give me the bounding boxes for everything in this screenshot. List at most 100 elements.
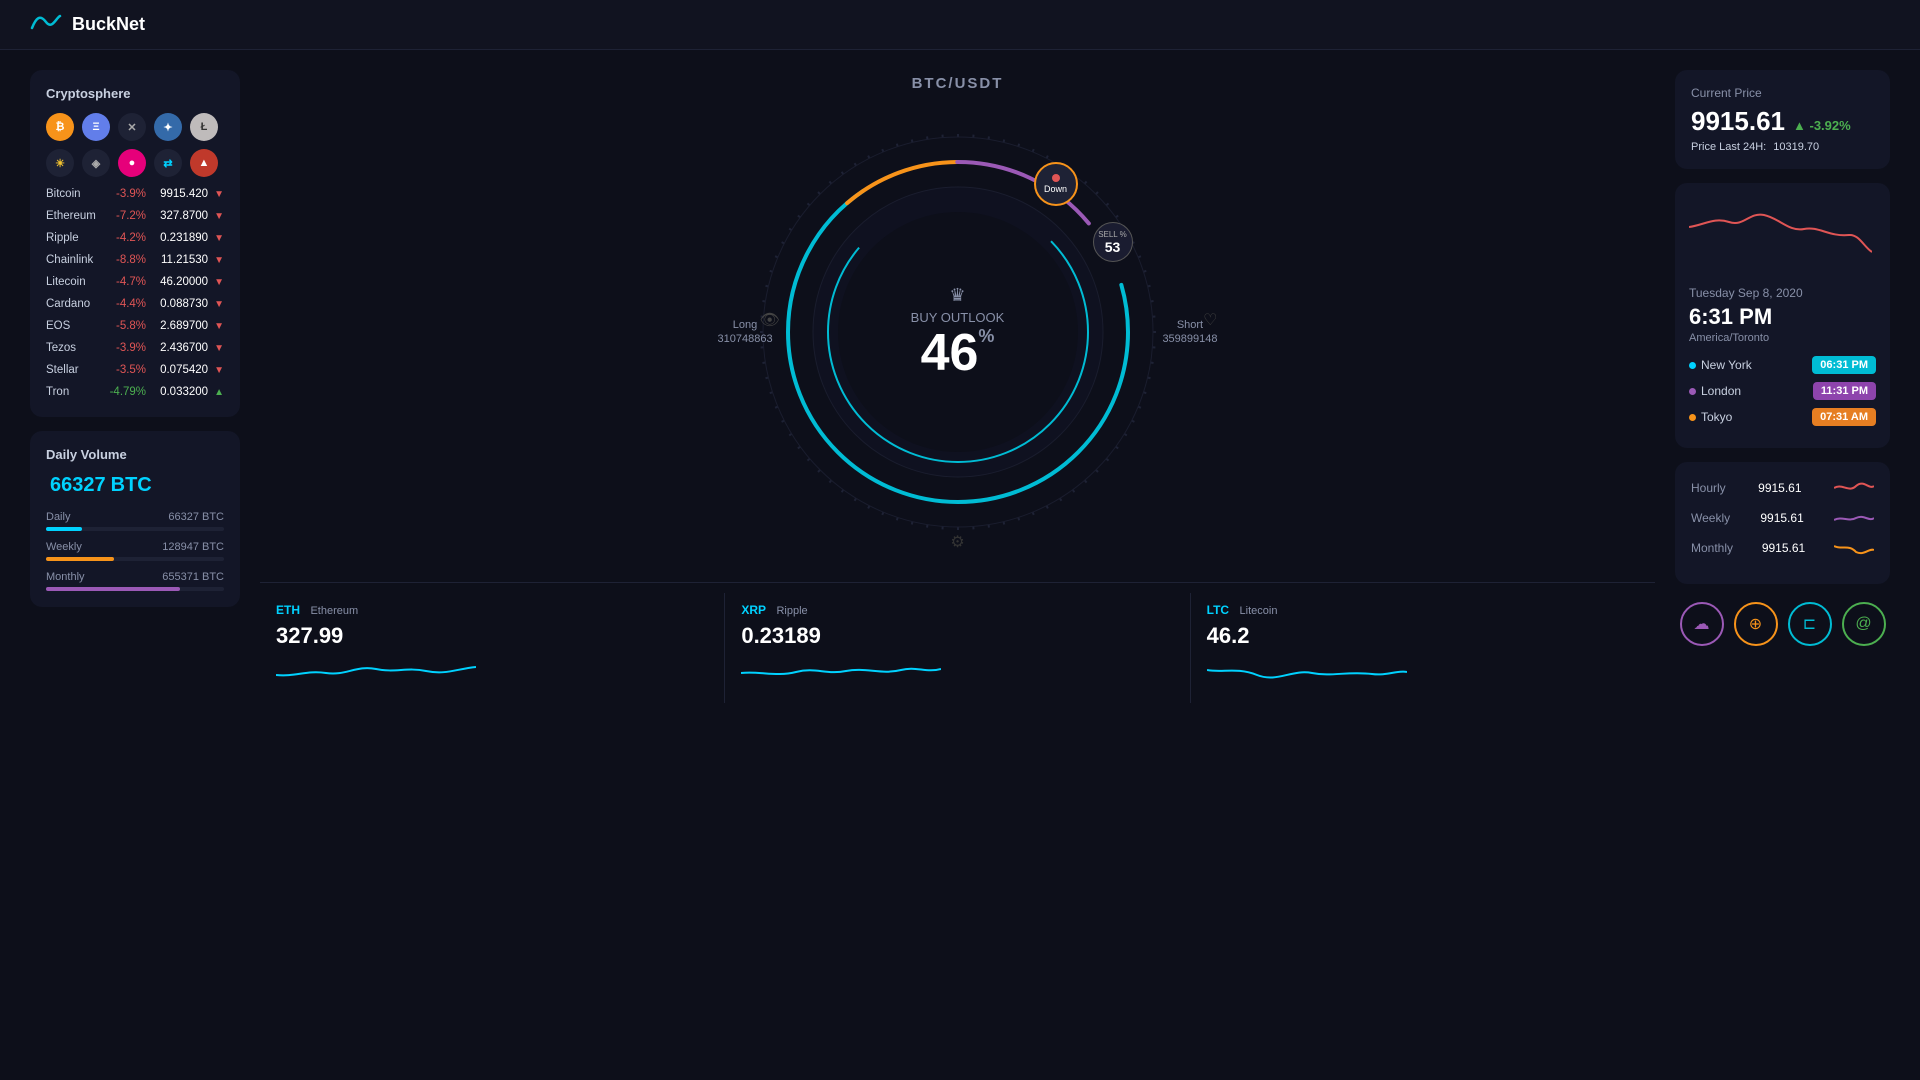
btn-network[interactable]: ⊕ bbox=[1734, 602, 1778, 646]
cryptosphere-title: Cryptosphere bbox=[46, 86, 224, 101]
btn-layers[interactable]: ⊏ bbox=[1788, 602, 1832, 646]
time-card: Tuesday Sep 8, 2020 6:31 PM America/Toro… bbox=[1689, 286, 1876, 426]
city-london: London 11:31 PM bbox=[1689, 382, 1876, 400]
newyork-time: 06:31 PM bbox=[1812, 356, 1876, 374]
hwm-hourly: Hourly 9915.61 bbox=[1691, 478, 1874, 498]
time-value: 6:31 PM bbox=[1689, 304, 1876, 330]
ticker-ltc: LTC Litecoin 46.2 bbox=[1191, 593, 1655, 703]
crypto-icons-row-2: ☀ ◈ ● ⇄ ▲ bbox=[46, 149, 224, 177]
crypto-row: EOS -5.8% 2.689700 ▼ bbox=[46, 317, 224, 335]
volume-amount: 66327BTC bbox=[46, 474, 224, 497]
heart-icon: ♡ bbox=[1203, 310, 1217, 330]
ticker-eth-header: ETH Ethereum bbox=[276, 601, 708, 619]
current-price-card: Current Price 9915.61 ▲ -3.92% Price Las… bbox=[1675, 70, 1890, 169]
current-price-row: 9915.61 ▲ -3.92% bbox=[1691, 106, 1874, 137]
crypto-icons-row: ₿ Ξ ✕ ✦ Ł bbox=[46, 113, 224, 141]
city-tokyo: Tokyo 07:31 AM bbox=[1689, 408, 1876, 426]
gauge-settings-icon: ⚙ bbox=[950, 532, 964, 552]
icon-dot[interactable]: ● bbox=[118, 149, 146, 177]
short-value: 359899148 bbox=[1162, 333, 1217, 345]
london-dot bbox=[1689, 388, 1696, 395]
btn-at[interactable]: @ bbox=[1842, 602, 1886, 646]
icon-btc[interactable]: ₿ bbox=[46, 113, 74, 141]
bottom-tickers: ETH Ethereum 327.99 XRP Ripple 0.23189 bbox=[260, 582, 1655, 703]
monthly-value: 9915.61 bbox=[1762, 541, 1805, 555]
ticker-xrp: XRP Ripple 0.23189 bbox=[725, 593, 1190, 703]
icon-x[interactable]: ✕ bbox=[118, 113, 146, 141]
navbar: BuckNet bbox=[0, 0, 1920, 50]
crypto-row: Litecoin -4.7% 46.20000 ▼ bbox=[46, 273, 224, 291]
center-panel: BTC/USDT Long 310748863 Short 359899148 … bbox=[260, 70, 1655, 703]
weekly-sparkline bbox=[1834, 508, 1874, 528]
weekly-value: 9915.61 bbox=[1760, 511, 1803, 525]
icon-ghost[interactable]: ◈ bbox=[82, 149, 110, 177]
current-price-value: 9915.61 bbox=[1691, 106, 1785, 137]
weekly-label: Weekly bbox=[1691, 511, 1730, 525]
london-time: 11:31 PM bbox=[1813, 382, 1876, 400]
hwm-weekly: Weekly 9915.61 bbox=[1691, 508, 1874, 528]
monthly-sparkline bbox=[1834, 538, 1874, 558]
ticker-eth-chart bbox=[276, 655, 708, 695]
newyork-label: New York bbox=[1689, 358, 1752, 372]
down-dot bbox=[1052, 174, 1060, 182]
last24-value: 10319.70 bbox=[1773, 141, 1819, 153]
right-panel: Current Price 9915.61 ▲ -3.92% Price Las… bbox=[1675, 70, 1890, 646]
ticker-eth: ETH Ethereum 327.99 bbox=[260, 593, 725, 703]
crypto-row: Tezos -3.9% 2.436700 ▼ bbox=[46, 339, 224, 357]
gauge-value: 46% bbox=[921, 327, 995, 379]
volume-row: Daily 66327 BTC Weekly 128947 BTC Monthl… bbox=[46, 511, 224, 591]
tokyo-time: 07:31 AM bbox=[1812, 408, 1876, 426]
logo-text: BuckNet bbox=[72, 14, 145, 35]
current-price-label: Current Price bbox=[1691, 86, 1874, 100]
gauge-buy-label: BUY OUTLOOK bbox=[911, 310, 1005, 325]
newyork-dot bbox=[1689, 362, 1696, 369]
ticker-xrp-chart bbox=[741, 655, 1173, 695]
date-label: Tuesday Sep 8, 2020 bbox=[1689, 286, 1876, 300]
icon-swap[interactable]: ⇄ bbox=[154, 149, 182, 177]
icon-sun[interactable]: ☀ bbox=[46, 149, 74, 177]
gauge-crown-icon: ♛ bbox=[949, 285, 965, 306]
gauge-wrapper: Long 310748863 Short 359899148 Down SELL… bbox=[688, 102, 1228, 562]
tokyo-dot bbox=[1689, 414, 1696, 421]
crypto-row: Cardano -4.4% 0.088730 ▼ bbox=[46, 295, 224, 313]
vol-item: Daily 66327 BTC bbox=[46, 511, 224, 531]
icon-red[interactable]: ▲ bbox=[190, 149, 218, 177]
hwm-monthly: Monthly 9915.61 bbox=[1691, 538, 1874, 558]
price-change-badge: ▲ -3.92% bbox=[1793, 118, 1851, 133]
sell-label: SELL % bbox=[1098, 230, 1127, 239]
daily-volume-title: Daily Volume bbox=[46, 447, 224, 462]
ticker-ltc-price: 46.2 bbox=[1207, 623, 1639, 649]
cryptosphere-card: Cryptosphere ₿ Ξ ✕ ✦ Ł ☀ ◈ ● ⇄ ▲ Bitcoin… bbox=[30, 70, 240, 417]
crypto-row: Bitcoin -3.9% 9915.420 ▼ bbox=[46, 185, 224, 203]
daily-volume-card: Daily Volume 66327BTC Daily 66327 BTC We… bbox=[30, 431, 240, 607]
price-last24: Price Last 24H: 10319.70 bbox=[1691, 141, 1874, 153]
crypto-row: Ripple -4.2% 0.231890 ▼ bbox=[46, 229, 224, 247]
btn-cloud[interactable]: ☁ bbox=[1680, 602, 1724, 646]
hwm-card: Hourly 9915.61 Weekly 9915.61 Monthly 99… bbox=[1675, 462, 1890, 584]
bottom-icons-row: ☁ ⊕ ⊏ @ bbox=[1675, 602, 1890, 646]
crypto-row: Stellar -3.5% 0.075420 ▼ bbox=[46, 361, 224, 379]
sell-pct: 53 bbox=[1105, 239, 1121, 255]
price-mini-chart bbox=[1689, 197, 1872, 277]
ticker-eth-price: 327.99 bbox=[276, 623, 708, 649]
crypto-row: Ethereum -7.2% 327.8700 ▼ bbox=[46, 207, 224, 225]
gauge-container: Down SELL % 53 /* ticks drawn by JS */ bbox=[728, 102, 1188, 562]
main-content: Cryptosphere ₿ Ξ ✕ ✦ Ł ☀ ◈ ● ⇄ ▲ Bitcoin… bbox=[0, 50, 1920, 1080]
ticker-ltc-chart bbox=[1207, 655, 1639, 695]
left-panel: Cryptosphere ₿ Ξ ✕ ✦ Ł ☀ ◈ ● ⇄ ▲ Bitcoin… bbox=[30, 70, 240, 607]
gauge-center: ♛ BUY OUTLOOK 46% bbox=[911, 285, 1005, 379]
city-newyork: New York 06:31 PM bbox=[1689, 356, 1876, 374]
hourly-sparkline bbox=[1834, 478, 1874, 498]
vol-item: Weekly 128947 BTC bbox=[46, 541, 224, 561]
price-change-arrow-icon: ▲ bbox=[1793, 118, 1806, 133]
hourly-label: Hourly bbox=[1691, 481, 1726, 495]
icon-ltc[interactable]: Ł bbox=[190, 113, 218, 141]
crypto-row: Tron -4.79% 0.033200 ▲ bbox=[46, 383, 224, 401]
price-change-value: -3.92% bbox=[1809, 118, 1850, 133]
icon-xrp[interactable]: ✦ bbox=[154, 113, 182, 141]
logo-icon bbox=[30, 10, 62, 39]
icon-eth[interactable]: Ξ bbox=[82, 113, 110, 141]
sell-badge: SELL % 53 bbox=[1093, 222, 1133, 262]
down-badge: Down bbox=[1034, 162, 1078, 206]
price-chart-card: Tuesday Sep 8, 2020 6:31 PM America/Toro… bbox=[1675, 183, 1890, 448]
